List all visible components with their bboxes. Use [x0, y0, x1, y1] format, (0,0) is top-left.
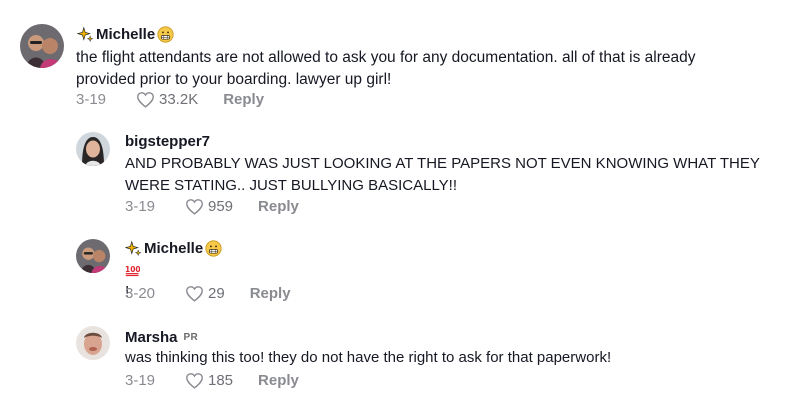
avatar-image: [76, 326, 110, 360]
avatar[interactable]: [20, 24, 64, 68]
svg-text:100: 100: [125, 265, 140, 274]
reply-button[interactable]: Reply: [258, 372, 299, 389]
like-button[interactable]: 185: [185, 372, 233, 389]
heart-icon: [186, 286, 203, 302]
reply-button[interactable]: Reply: [223, 91, 264, 108]
username[interactable]: Michelle: [96, 26, 155, 43]
comment-date: 3-19: [125, 372, 156, 389]
like-count: 29: [208, 285, 225, 302]
comment-date: 3-19: [76, 91, 107, 108]
heart-icon: [186, 373, 203, 389]
comment-date: 3-20: [125, 285, 156, 302]
like-count: 959: [208, 198, 234, 215]
avatar-image: [76, 132, 110, 166]
comment-text: AND PROBABLY WAS JUST LOOKING AT THE PAP…: [125, 155, 760, 194]
sparkle-icon: [125, 240, 142, 257]
reply-button[interactable]: Reply: [250, 285, 291, 302]
grimacing-emoji-icon: [205, 240, 222, 257]
hundred-points-emoji-icon: 100: [125, 265, 140, 277]
username[interactable]: Michelle: [144, 240, 203, 257]
avatar-image: [76, 239, 110, 273]
avatar[interactable]: [76, 132, 110, 166]
username[interactable]: Marsha: [125, 329, 178, 346]
reply-button[interactable]: Reply: [258, 198, 299, 215]
like-button[interactable]: 29: [185, 285, 225, 302]
heart-icon: [186, 199, 203, 215]
like-button[interactable]: 33.2K: [136, 91, 198, 108]
comment-text: was thinking this too! they do not have …: [125, 349, 612, 366]
like-count: 185: [208, 372, 234, 389]
grimacing-emoji-icon: [157, 26, 174, 43]
comment-text: the flight attendants are not allowed to…: [76, 49, 696, 88]
sparkle-icon: [77, 26, 94, 43]
like-count: 33.2K: [159, 91, 199, 108]
heart-icon: [137, 92, 154, 108]
username[interactable]: bigstepper7: [125, 133, 210, 150]
comment-date: 3-19: [125, 198, 156, 215]
like-button[interactable]: 959: [185, 198, 233, 215]
avatar[interactable]: [76, 239, 110, 273]
pr-badge: PR: [183, 332, 199, 343]
avatar-image: [20, 24, 64, 68]
avatar[interactable]: [76, 326, 110, 360]
